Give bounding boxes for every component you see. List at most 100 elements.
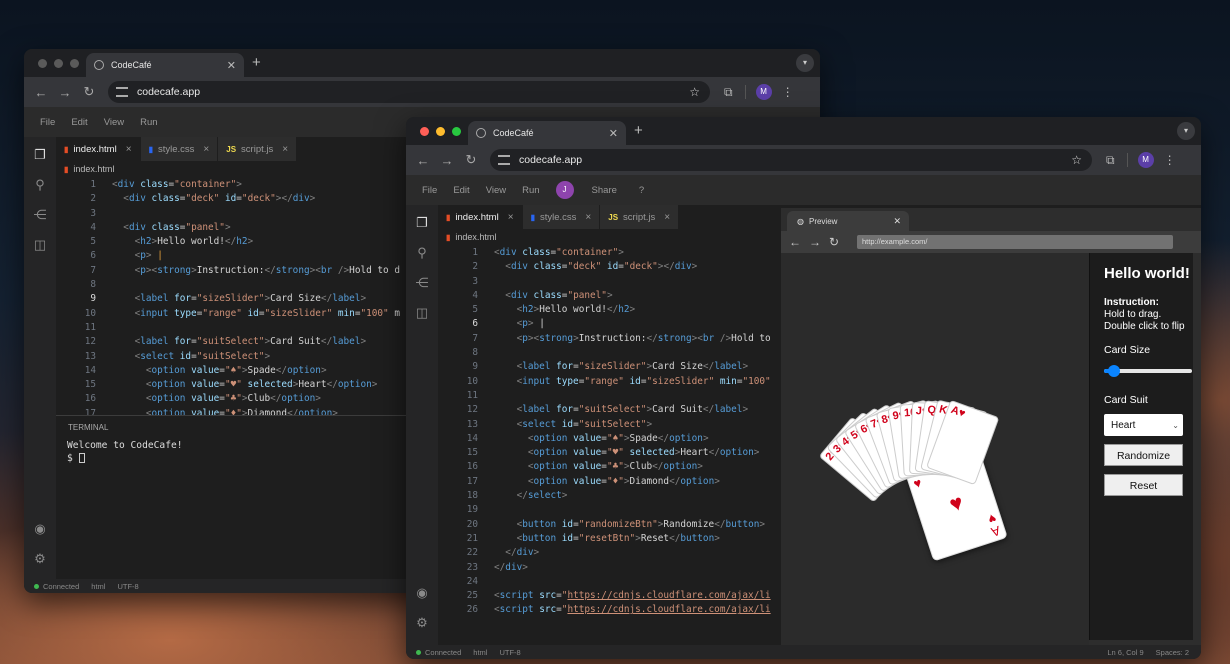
forward-icon[interactable]: → bbox=[54, 85, 76, 100]
code-line[interactable]: 13 <select id="suitSelect"> bbox=[56, 350, 400, 364]
code-line[interactable]: 3 bbox=[56, 207, 400, 221]
code-line[interactable]: 25 <script src="https://cdnjs.cloudflare.… bbox=[438, 589, 781, 603]
code-line[interactable]: 7 <p><strong>Instruction:</strong><br />… bbox=[56, 264, 400, 278]
menu-file[interactable]: File bbox=[422, 185, 437, 196]
code-line[interactable]: 17 <option value="♦">Diamond</option> bbox=[438, 475, 781, 489]
code-line[interactable]: 24 bbox=[438, 575, 781, 589]
menu-run[interactable]: Run bbox=[140, 117, 157, 128]
code-line[interactable]: 1 <div class="container"> bbox=[438, 246, 781, 260]
account-icon[interactable]: ◉ bbox=[414, 585, 430, 601]
code-line[interactable]: 9 <label for="sizeSlider">Card Size</lab… bbox=[438, 360, 781, 374]
preview-forward-icon[interactable]: → bbox=[809, 235, 821, 249]
search-icon[interactable]: ⚲ bbox=[32, 177, 48, 193]
card-size-slider[interactable] bbox=[1104, 364, 1192, 378]
tab-script-js[interactable]: JS script.js × bbox=[600, 205, 680, 229]
code-line[interactable]: 10 <input type="range" id="sizeSlider" m… bbox=[438, 375, 781, 389]
bookmark-star-icon[interactable]: ☆ bbox=[689, 85, 700, 99]
tab-style-css[interactable]: ▮ style.css × bbox=[140, 137, 219, 161]
code-line[interactable]: 8 bbox=[56, 278, 400, 292]
code-line[interactable]: 15 <option value="♥" selected>Heart</opt… bbox=[438, 446, 781, 460]
code-line[interactable]: 14 <option value="♠">Spade</option> bbox=[56, 364, 400, 378]
site-settings-icon[interactable] bbox=[498, 155, 510, 165]
share-icon[interactable]: ⋲ bbox=[414, 275, 430, 291]
tab-style-css[interactable]: ▮ style.css × bbox=[522, 205, 601, 229]
close-window-button[interactable] bbox=[420, 127, 429, 136]
code-line[interactable]: 6 <p> | bbox=[56, 249, 400, 263]
tab-script-js[interactable]: JS script.js × bbox=[218, 137, 298, 161]
reload-icon[interactable]: ↻ bbox=[460, 152, 482, 168]
code-line[interactable]: 1 <div class="container"> bbox=[56, 178, 400, 192]
search-icon[interactable]: ⚲ bbox=[414, 245, 430, 261]
code-line[interactable]: 14 <option value="♠">Spade</option> bbox=[438, 432, 781, 446]
close-tab-icon[interactable]: × bbox=[664, 212, 670, 223]
account-icon[interactable]: ◉ bbox=[32, 521, 48, 537]
close-tab-icon[interactable]: × bbox=[508, 212, 514, 223]
close-window-button[interactable] bbox=[38, 59, 47, 68]
code-line[interactable]: 5 <h2>Hello world!</h2> bbox=[56, 235, 400, 249]
share-button[interactable]: Share bbox=[592, 185, 617, 196]
address-bar[interactable]: codecafe.app ☆ bbox=[490, 149, 1092, 171]
back-icon[interactable]: ← bbox=[412, 153, 434, 168]
code-line[interactable]: 6 <p> | bbox=[438, 317, 781, 331]
code-line[interactable]: 12 <label for="suitSelect">Card Suit</la… bbox=[56, 335, 400, 349]
share-icon[interactable]: ⋲ bbox=[32, 207, 48, 223]
tab-index-html[interactable]: ▮ index.html × bbox=[56, 137, 141, 161]
menu-view[interactable]: View bbox=[104, 117, 124, 128]
profile-avatar[interactable]: M bbox=[755, 84, 772, 100]
close-preview-icon[interactable]: ✕ bbox=[893, 216, 901, 227]
close-tab-icon[interactable]: × bbox=[282, 144, 288, 155]
preview-back-icon[interactable]: ← bbox=[789, 235, 801, 249]
code-line[interactable]: 15 <option value="♥" selected>Heart</opt… bbox=[56, 378, 400, 392]
browser-menu-icon[interactable]: ⋮ bbox=[1164, 153, 1176, 167]
minimize-window-button[interactable] bbox=[54, 59, 63, 68]
code-editor[interactable]: 1 <div class="container"> 2 <div class="de… bbox=[438, 246, 781, 641]
user-avatar[interactable]: J bbox=[555, 181, 574, 199]
maximize-window-button[interactable] bbox=[452, 127, 461, 136]
forward-icon[interactable]: → bbox=[436, 153, 458, 168]
code-line[interactable]: 11 bbox=[438, 389, 781, 403]
code-line[interactable]: 26 <script src="https://cdnjs.cloudflare.… bbox=[438, 603, 781, 617]
maximize-window-button[interactable] bbox=[70, 59, 79, 68]
tab-index-html[interactable]: ▮ index.html × bbox=[438, 205, 523, 229]
settings-gear-icon[interactable]: ⚙ bbox=[32, 551, 48, 567]
new-tab-button[interactable]: + bbox=[252, 54, 261, 71]
code-line[interactable]: 2 <div class="deck" id="deck"></div> bbox=[56, 192, 400, 206]
settings-gear-icon[interactable]: ⚙ bbox=[414, 615, 430, 631]
back-icon[interactable]: ← bbox=[30, 85, 52, 100]
new-tab-button[interactable]: + bbox=[634, 122, 643, 139]
card-deck-area[interactable]: A♥K♥Q♥J♥10♥9♥8♥7♥6♥5♥4♥3♥2♥ A♥ ♥ A♥ bbox=[781, 253, 1089, 645]
files-icon[interactable]: ❐ bbox=[414, 215, 430, 231]
code-line[interactable]: 7 <p><strong>Instruction:</strong><br />… bbox=[438, 332, 781, 346]
chat-icon[interactable]: ◫ bbox=[32, 237, 48, 253]
preview-reload-icon[interactable]: ↻ bbox=[829, 235, 839, 249]
code-line[interactable]: 11 bbox=[56, 321, 400, 335]
profile-avatar[interactable]: M bbox=[1137, 152, 1154, 168]
code-line[interactable]: 8 bbox=[438, 346, 781, 360]
code-line[interactable]: 10 <input type="range" id="sizeSlider" m… bbox=[56, 307, 400, 321]
menu-view[interactable]: View bbox=[486, 185, 506, 196]
close-tab-icon[interactable]: × bbox=[126, 144, 132, 155]
code-editor[interactable]: 1 <div class="container"> 2 <div class="de… bbox=[56, 178, 400, 421]
code-line[interactable]: 22 </div> bbox=[438, 546, 781, 560]
tab-search-icon[interactable]: ▾ bbox=[796, 54, 814, 72]
extensions-icon[interactable]: ⧉ bbox=[1106, 153, 1115, 168]
extensions-icon[interactable]: ⧉ bbox=[724, 85, 733, 100]
browser-menu-icon[interactable]: ⋮ bbox=[782, 85, 794, 99]
code-line[interactable]: 20 <button id="randomizeBtn">Randomize</… bbox=[438, 518, 781, 532]
code-line[interactable]: 9 <label for="sizeSlider">Card Size</lab… bbox=[56, 292, 400, 306]
preview-url-input[interactable]: http://example.com/ bbox=[857, 235, 1173, 249]
code-line[interactable]: 23 </div> bbox=[438, 561, 781, 575]
code-line[interactable]: 5 <h2>Hello world!</h2> bbox=[438, 303, 781, 317]
tab-search-icon[interactable]: ▾ bbox=[1177, 122, 1195, 140]
code-line[interactable]: 13 <select id="suitSelect"> bbox=[438, 418, 781, 432]
close-tab-icon[interactable]: × bbox=[585, 212, 591, 223]
code-line[interactable]: 16 <option value="♣">Club</option> bbox=[438, 460, 781, 474]
chat-icon[interactable]: ◫ bbox=[414, 305, 430, 321]
code-line[interactable]: 4 <div class="panel"> bbox=[56, 221, 400, 235]
browser-tab[interactable]: CodeCafé ✕ bbox=[468, 121, 626, 145]
files-icon[interactable]: ❐ bbox=[32, 147, 48, 163]
close-tab-icon[interactable]: × bbox=[203, 144, 209, 155]
randomize-button[interactable]: Randomize bbox=[1104, 444, 1183, 466]
code-line[interactable]: 16 <option value="♣">Club</option> bbox=[56, 392, 400, 406]
menu-file[interactable]: File bbox=[40, 117, 55, 128]
